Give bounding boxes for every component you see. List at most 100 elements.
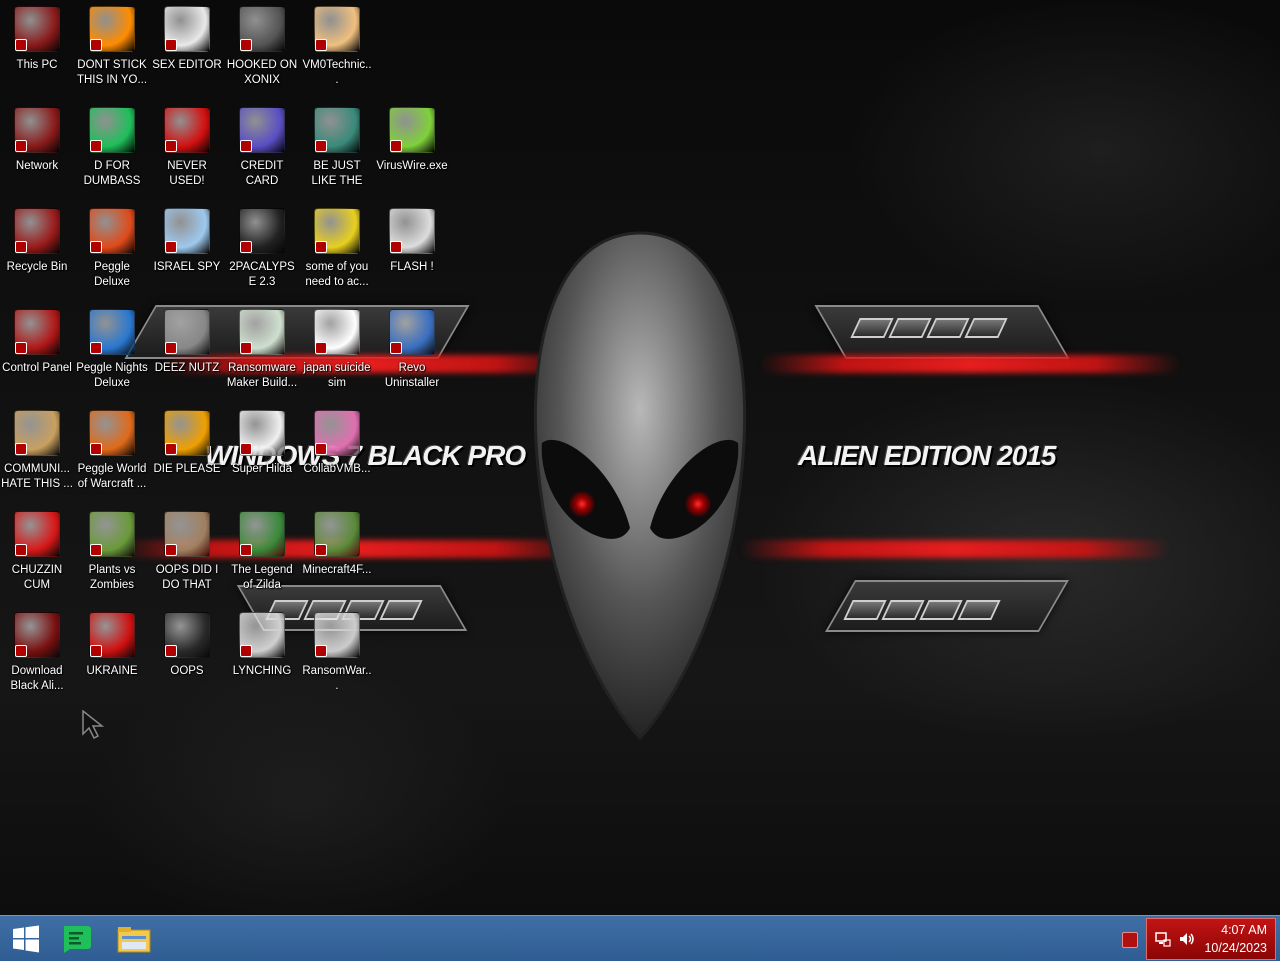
desktop-icon-label: NEVER USED! [167,160,207,187]
volume-tray-icon[interactable] [1179,931,1195,947]
shortcut-arrow-icon [240,140,252,152]
window-app-icon [239,309,285,355]
shortcut-arrow-icon [90,39,102,51]
shortcut-arrow-icon [90,140,102,152]
desktop-icon[interactable]: Plants vs Zombies [75,505,149,601]
shortcut-arrow-icon [165,544,177,556]
desktop-icon-label: 2PACALYPSE 2.3 [229,261,295,288]
desktop-icon[interactable]: This PC [0,0,74,96]
desktop[interactable]: WINDOWS 7 BLACK PRO ALIEN EDITION 2015 T… [0,0,1280,915]
money-bag-icon [14,410,60,456]
desktop-icon-label: OOPS DID I DO THAT [155,564,219,591]
desktop-icon[interactable]: CHUZZIN CUM [0,505,74,601]
desktop-icon[interactable]: Minecraft4F... [300,505,374,601]
desktop-icon[interactable]: Download Black Ali... [0,606,74,702]
desktop-icon[interactable]: Revo Uninstaller [375,303,449,399]
peggle-nights-icon [89,309,135,355]
chat-bubble-icon [64,925,91,953]
devcpp-icon [164,107,210,153]
clock-time[interactable]: 4:07 AM [1221,923,1267,937]
shortcut-arrow-icon [90,241,102,253]
shortcut-arrow-icon [240,241,252,253]
desktop-icon-label: Peggle Nights Deluxe [76,362,148,389]
desktop-icon-label: RansomWar... [302,665,372,692]
network-tray-icon[interactable] [1155,931,1171,947]
skull-icon [314,612,360,658]
desktop-icon[interactable]: COMMUNI... HATE THIS ... [0,404,74,500]
desktop-icon[interactable]: Recycle Bin [0,202,74,298]
desktop-icon[interactable]: Network [0,101,74,197]
revo-uninstaller-icon [389,309,435,355]
desktop-icon-label: DONT STICK THIS IN YO... [76,59,148,86]
desktop-icon[interactable]: BE JUST LIKE THE DUDE! [300,101,374,197]
limewire-icon [389,107,435,153]
control-panel-icon [14,309,60,355]
desktop-icon-label: SEX EDITOR [152,59,222,71]
desktop-icon[interactable]: RansomWar... [300,606,374,702]
desktop-icon-label: HOOKED ON XONIX [226,59,298,86]
desktop-icon[interactable]: OOPS DID I DO THAT [150,505,224,601]
recycle-bin-icon [14,208,60,254]
desktop-icon[interactable]: NEVER USED! [150,101,224,197]
shortcut-arrow-icon [165,140,177,152]
desktop-icon[interactable]: D FOR DUMBASS [75,101,149,197]
document-icon [314,309,360,355]
desktop-icon[interactable]: SEX EDITOR [150,0,224,96]
shortcut-arrow-icon [315,39,327,51]
shortcut-arrow-icon [90,443,102,455]
desktop-icon-label: Recycle Bin [6,261,68,273]
desktop-icon[interactable]: HOOKED ON XONIX [225,0,299,96]
desktop-icon[interactable]: VM0Technic... [300,0,374,96]
credit-card-icon [239,107,285,153]
taskbar-pinned-chat-app[interactable] [52,920,100,957]
desktop-icon[interactable]: The Legend of Zilda [225,505,299,601]
shortcut-arrow-icon [315,443,327,455]
desktop-icon[interactable]: DEEZ NUTZ [150,303,224,399]
desktop-icon[interactable]: some of you need to ac... [300,202,374,298]
desktop-icon[interactable]: DIE PLEASE [150,404,224,500]
desktop-icon[interactable]: Peggle World of Warcraft ... [75,404,149,500]
shortcut-arrow-icon [240,342,252,354]
vlc-cone-icon [89,6,135,52]
desktop-icon-label: Download Black Ali... [10,665,64,692]
show-hidden-icons-button[interactable] [1122,932,1138,948]
desktop-icon[interactable]: Ransomware Maker Build... [225,303,299,399]
desktop-icon-label: LYNCHING [232,665,292,677]
shortcut-arrow-icon [90,645,102,657]
clock-date[interactable]: 10/24/2023 [1204,941,1267,955]
media-icon [314,410,360,456]
desktop-icon[interactable]: CREDIT CARD CHECKER [225,101,299,197]
desktop-icon-label: some of you need to ac... [305,261,369,288]
desktop-icon[interactable]: Super Hilda [225,404,299,500]
desktop-icon[interactable]: japan suicide sim [300,303,374,399]
alien-head-logo [533,231,747,741]
shortcut-arrow-icon [165,645,177,657]
desktop-icon[interactable]: 2PACALYPSE 2.3 [225,202,299,298]
shortcut-arrow-icon [15,645,27,657]
desktop-icon-label: CollabVMB... [303,463,371,475]
desktop-icon[interactable]: Peggle Nights Deluxe [75,303,149,399]
desktop-icon[interactable]: Peggle Deluxe [75,202,149,298]
radiation-icon [89,612,135,658]
shortcut-arrow-icon [90,342,102,354]
system-tray: 4:07 AM 10/24/2023 [1146,918,1276,960]
shortcut-arrow-icon [240,39,252,51]
shortcut-arrow-icon [390,241,402,253]
desktop-icon[interactable]: VirusWire.exe [375,101,449,197]
desktop-icon-label: CHUZZIN CUM [11,564,63,591]
desktop-icon[interactable]: DONT STICK THIS IN YO... [75,0,149,96]
desktop-icon[interactable]: CollabVMB... [300,404,374,500]
desktop-icon[interactable]: Control Panel [0,303,74,399]
desktop-icon-label: Revo Uninstaller [384,362,440,389]
desktop-icon[interactable]: LYNCHING [225,606,299,702]
desktop-icon[interactable]: UKRAINE [75,606,149,702]
desktop-icon[interactable]: ISRAEL SPY [150,202,224,298]
desktop-icon[interactable]: OOPS [150,606,224,702]
desktop-icon-label: Network [15,160,59,172]
start-button[interactable] [2,920,50,957]
mouse-cursor-icon [82,710,105,740]
taskbar-pinned-file-explorer[interactable] [110,920,158,957]
remote-desktop-icon [164,208,210,254]
desktop-icon[interactable]: FLASH ! [375,202,449,298]
shortcut-arrow-icon [240,544,252,556]
